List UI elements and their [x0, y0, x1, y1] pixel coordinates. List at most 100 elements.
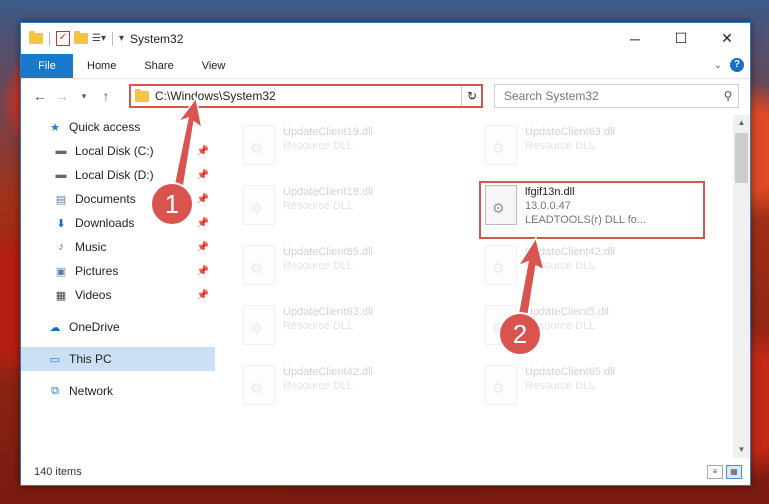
properties-icon[interactable]: ✓: [56, 31, 70, 46]
tab-view[interactable]: View: [188, 60, 240, 72]
search-input[interactable]: [502, 88, 718, 104]
list-item[interactable]: UpdateClient42.dll Resource DLL: [479, 241, 699, 293]
scroll-thumb[interactable]: [735, 133, 748, 183]
file-list: UpdateClient19.dll Resource DLL UpdateCli…: [217, 115, 731, 455]
pin-icon: 📌: [196, 265, 209, 277]
expand-ribbon-icon[interactable]: ⌄: [714, 60, 722, 71]
pin-icon: 📌: [196, 217, 209, 229]
file-description: Resource DLL: [525, 380, 596, 392]
download-icon: ⬇: [56, 217, 66, 230]
dll-file-icon: [243, 185, 275, 225]
dll-file-icon: [243, 245, 275, 285]
status-bar: 140 items ≡ ▦: [21, 459, 750, 485]
dropdown-icon[interactable]: ▾: [119, 33, 124, 44]
file-name: UpdateClient63.dll: [525, 126, 615, 138]
file-name: UpdateClient19.dll: [283, 186, 373, 198]
dll-file-icon: [243, 365, 275, 405]
videos-icon: ▦: [55, 289, 67, 302]
sidebar-item-network[interactable]: ⧉ Network: [21, 379, 215, 403]
tab-share[interactable]: Share: [130, 60, 187, 72]
list-item[interactable]: UpdateClient63.dll Resource DLL: [237, 301, 457, 353]
dll-file-icon: [243, 305, 275, 345]
drive-icon: ▬: [55, 145, 67, 157]
network-icon: ⧉: [51, 384, 59, 397]
drive-icon: ▬: [55, 169, 67, 181]
sidebar-item-label: Local Disk (C:): [75, 144, 154, 158]
sidebar-item-onedrive[interactable]: ☁ OneDrive: [21, 315, 215, 339]
step-marker-two: 2: [498, 312, 542, 356]
sidebar-item-music[interactable]: ♪ Music 📌: [21, 235, 215, 259]
details-view-icon[interactable]: ≡: [707, 465, 723, 479]
list-item[interactable]: UpdateClient65.dll Resource DLL: [237, 241, 457, 293]
file-highlight-box: [479, 181, 705, 239]
recent-locations-icon[interactable]: ▾: [73, 91, 95, 102]
cloud-icon: ☁: [49, 321, 61, 334]
search-icon[interactable]: ⚲: [718, 89, 738, 103]
sidebar-item-label: Videos: [75, 288, 112, 302]
list-item[interactable]: UpdateClient19.dll Resource DLL: [237, 181, 457, 233]
file-description: Resource DLL: [283, 380, 354, 392]
new-folder-icon[interactable]: [74, 31, 88, 44]
forward-button[interactable]: →: [51, 88, 73, 104]
documents-icon: ▤: [55, 193, 67, 206]
address-path[interactable]: C:\Windows\System32: [155, 89, 465, 103]
address-bar[interactable]: C:\Windows\System32 ⌄: [129, 84, 483, 108]
dll-file-icon: [485, 365, 517, 405]
help-icon[interactable]: ?: [730, 58, 744, 72]
sidebar-item-label: OneDrive: [69, 320, 120, 334]
scroll-up-icon[interactable]: ▲: [733, 115, 750, 131]
list-item[interactable]: UpdateClient19.dll Resource DLL: [237, 121, 457, 173]
music-icon: ♪: [58, 241, 64, 253]
sidebar-item-this-pc[interactable]: ▭ This PC: [21, 347, 215, 371]
maximize-button[interactable]: ☐: [658, 23, 704, 54]
sidebar-item-label: Downloads: [75, 216, 135, 230]
ribbon-controls: ⌄ ?: [714, 58, 744, 72]
list-item[interactable]: UpdateClient65.dll Resource DLL: [479, 361, 699, 413]
pin-icon: 📌: [196, 169, 209, 181]
title-bar: ✓ ☰▾ ▾ System32 ─ ☐ ✕: [21, 23, 750, 54]
folder-icon: [135, 88, 149, 102]
up-button[interactable]: ↑: [95, 88, 117, 104]
list-item[interactable]: UpdateClient42.dll Resource DLL: [237, 361, 457, 413]
tiles-view-icon[interactable]: ▦: [726, 465, 742, 479]
pin-icon: 📌: [196, 145, 209, 157]
back-button[interactable]: ←: [29, 88, 51, 104]
sidebar-item-label: Network: [69, 384, 114, 398]
tab-file[interactable]: File: [21, 54, 73, 78]
list-item[interactable]: UpdateClient63.dll Resource DLL: [479, 121, 699, 173]
vertical-scrollbar[interactable]: ▲ ▼: [733, 115, 750, 458]
ribbon-tabs: File Home Share View ⌄ ?: [21, 54, 750, 79]
sidebar-item-label: This PC: [69, 352, 112, 366]
navigation-pane: ★ Quick access ▬ Local Disk (C:) 📌 ▬ Loc…: [21, 115, 215, 455]
sidebar-item-local-disk-d[interactable]: ▬ Local Disk (D:) 📌: [21, 163, 215, 187]
pin-icon: 📌: [196, 241, 209, 253]
sidebar-item-label: Music: [75, 240, 107, 254]
file-name: UpdateClient5.dll: [525, 306, 609, 318]
sidebar-item-label: Local Disk (D:): [75, 168, 154, 182]
sidebar-item-quick-access[interactable]: ★ Quick access: [21, 115, 215, 139]
close-button[interactable]: ✕: [704, 23, 750, 54]
file-name: UpdateClient42.dll: [525, 246, 615, 258]
tab-home[interactable]: Home: [73, 60, 130, 72]
sidebar-item-videos[interactable]: ▦ Videos 📌: [21, 283, 215, 307]
pin-icon: 📌: [196, 193, 209, 205]
minimize-button[interactable]: ─: [612, 23, 658, 54]
file-description: Resource DLL: [283, 200, 354, 212]
scroll-down-icon[interactable]: ▼: [733, 442, 750, 458]
view-switcher: ≡ ▦: [707, 465, 742, 479]
sidebar-item-label: Pictures: [75, 264, 119, 278]
search-box: ⚲: [494, 84, 739, 108]
sidebar-item-pictures[interactable]: ▣ Pictures 📌: [21, 259, 215, 283]
file-name: UpdateClient42.dll: [283, 366, 373, 378]
file-name: UpdateClient65.dll: [283, 246, 373, 258]
customize-toolbar-icon[interactable]: ☰▾: [92, 33, 106, 44]
pc-icon: ▭: [49, 353, 61, 366]
dll-file-icon: [485, 245, 517, 285]
star-icon: ★: [50, 121, 60, 134]
sidebar-item-local-disk-c[interactable]: ▬ Local Disk (C:) 📌: [21, 139, 215, 163]
file-name: UpdateClient65.dll: [525, 366, 615, 378]
step-marker-one: 1: [150, 182, 194, 226]
window-controls: ─ ☐ ✕: [612, 23, 750, 54]
refresh-button[interactable]: ↻: [461, 86, 482, 106]
file-description: Resource DLL: [525, 140, 596, 152]
